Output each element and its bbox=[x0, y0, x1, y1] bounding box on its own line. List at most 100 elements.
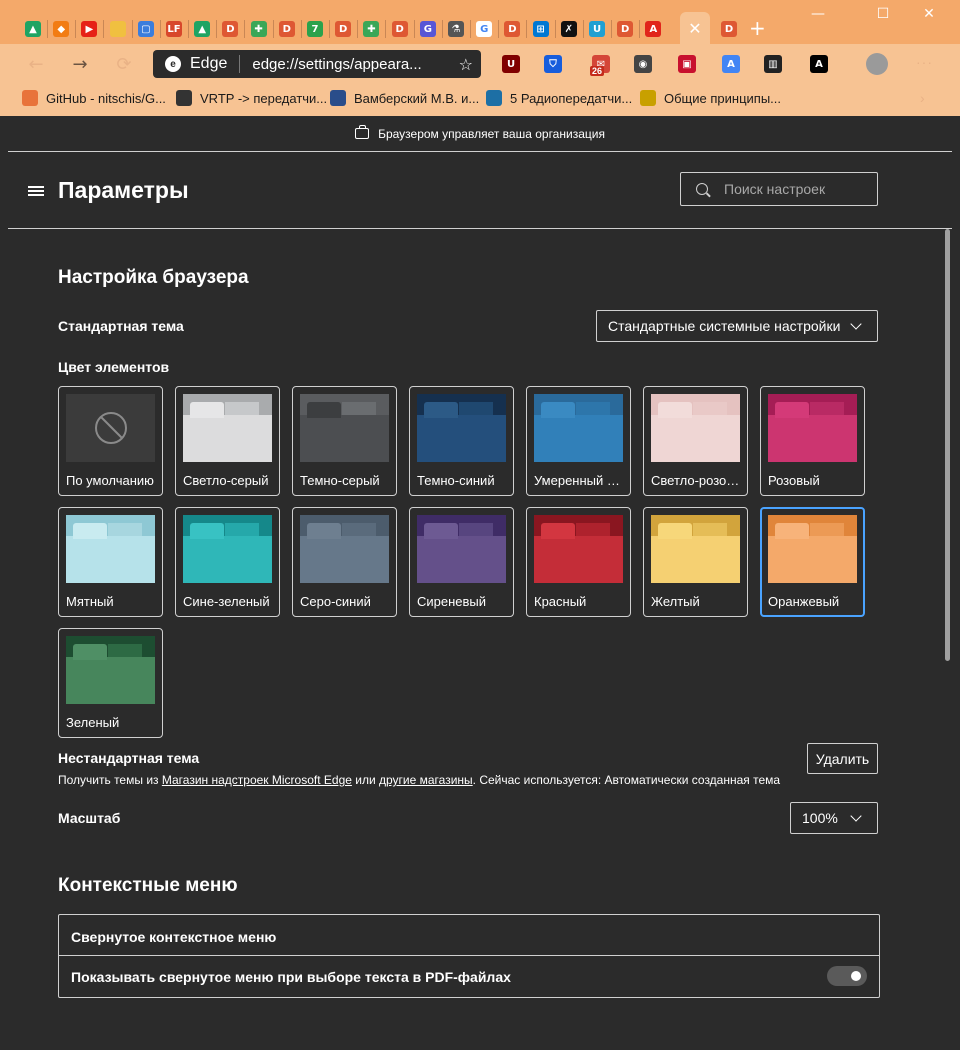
browser-tab[interactable]: D bbox=[385, 14, 415, 44]
theme-swatch[interactable]: Розовый bbox=[760, 386, 865, 496]
forward-button[interactable]: → bbox=[66, 52, 94, 76]
theme-swatch[interactable]: Сине-зеленый bbox=[175, 507, 280, 617]
folder-icon bbox=[424, 402, 458, 418]
pdf-collapsed-menu-toggle[interactable] bbox=[827, 966, 867, 986]
theme-swatch[interactable]: Сиреневый bbox=[409, 507, 514, 617]
google-drive-icon: ▲ bbox=[194, 21, 211, 37]
folder-icon bbox=[66, 657, 155, 704]
duckduckgo-icon: D bbox=[504, 21, 521, 37]
add-favorite-icon[interactable]: ☆ bbox=[459, 55, 473, 74]
browser-tab[interactable]: A bbox=[638, 14, 668, 44]
folder-icon bbox=[225, 523, 259, 536]
folder-icon bbox=[768, 415, 857, 462]
browser-tab[interactable]: D bbox=[610, 14, 640, 44]
default-theme-dropdown[interactable]: Стандартные системные настройки bbox=[596, 310, 878, 342]
close-window-button[interactable]: ✕ bbox=[906, 6, 952, 22]
browser-tab[interactable]: D bbox=[215, 14, 245, 44]
bookmark-label: GitHub - nitschis/G... bbox=[46, 90, 166, 106]
profile-avatar[interactable] bbox=[866, 53, 888, 75]
browser-tab[interactable]: D bbox=[714, 14, 744, 44]
theme-swatch-label: Оранжевый bbox=[768, 594, 840, 609]
settings-search[interactable] bbox=[680, 172, 878, 206]
remove-theme-button[interactable]: Удалить bbox=[807, 743, 878, 774]
adobe-icon: A bbox=[645, 21, 662, 37]
browser-tab[interactable]: ✚ bbox=[244, 14, 274, 44]
browser-tab[interactable]: ◆ bbox=[46, 14, 76, 44]
browser-tab[interactable]: ▢ bbox=[131, 14, 161, 44]
maximize-button[interactable]: ☐ bbox=[860, 6, 906, 22]
browser-tab[interactable]: D bbox=[272, 14, 302, 44]
browser-tab[interactable]: U bbox=[582, 14, 612, 44]
back-button[interactable]: ← bbox=[22, 52, 50, 76]
theme-swatch[interactable]: Мятный bbox=[58, 507, 163, 617]
browser-tab[interactable]: ▲ bbox=[18, 14, 48, 44]
browser-tab[interactable]: ✗ bbox=[554, 14, 584, 44]
theme-swatch[interactable]: Светло-розов... bbox=[643, 386, 748, 496]
browser-tab[interactable]: ▲ bbox=[187, 14, 217, 44]
eyes-icon[interactable]: ◉ bbox=[634, 55, 652, 73]
folder-icon bbox=[300, 536, 389, 583]
edge-addons-link[interactable]: Магазин надстроек Microsoft Edge bbox=[162, 773, 352, 787]
refresh-button[interactable]: ⟳ bbox=[110, 52, 138, 76]
browser-tab[interactable]: 7 bbox=[300, 14, 330, 44]
active-tab[interactable]: ✕ bbox=[680, 12, 710, 44]
browser-tab[interactable]: LF bbox=[159, 14, 189, 44]
book-icon[interactable]: ▣ bbox=[678, 55, 696, 73]
edge-icon: e bbox=[165, 56, 181, 72]
s-icon bbox=[486, 90, 502, 106]
browser-tab[interactable]: ▶ bbox=[74, 14, 104, 44]
new-tab-button[interactable]: + bbox=[749, 16, 766, 40]
browser-tab[interactable]: D bbox=[328, 14, 358, 44]
folder-icon bbox=[693, 402, 727, 415]
bookmark-item[interactable]: VRTP -> передатчи... bbox=[176, 90, 327, 106]
theme-swatch[interactable]: Красный bbox=[526, 507, 631, 617]
ublock-icon[interactable]: U bbox=[502, 55, 520, 73]
font-icon[interactable]: A bbox=[810, 55, 828, 73]
bitwarden-icon[interactable]: ⛉ bbox=[544, 55, 562, 73]
browser-tab[interactable]: ⚗ bbox=[441, 14, 471, 44]
bookmark-label: VRTP -> передатчи... bbox=[200, 90, 328, 106]
theme-swatch[interactable]: Светло-серый bbox=[175, 386, 280, 496]
address-bar[interactable]: e Edge edge://settings/appeara... ☆ bbox=[153, 50, 481, 78]
page-scrollbar[interactable] bbox=[944, 229, 952, 1050]
chevron-down-icon bbox=[850, 810, 862, 822]
theme-swatch[interactable]: Темно-серый bbox=[292, 386, 397, 496]
theme-swatch[interactable]: Темно-синий bbox=[409, 386, 514, 496]
browser-tab[interactable]: ⊞ bbox=[526, 14, 556, 44]
bookmarks-more-button[interactable]: › bbox=[920, 90, 925, 106]
browser-tab[interactable]: G bbox=[469, 14, 499, 44]
hamburger-menu-icon[interactable] bbox=[28, 186, 44, 196]
bookmark-item[interactable]: Общие принципы... bbox=[640, 90, 781, 106]
close-tab-icon[interactable]: ✕ bbox=[688, 19, 701, 38]
theme-swatch[interactable]: Серо-синий bbox=[292, 507, 397, 617]
minimize-button[interactable]: — bbox=[795, 6, 841, 22]
bookmark-item[interactable]: Вамберский М.В. и... bbox=[330, 90, 479, 106]
bookmark-label: Общие принципы... bbox=[664, 90, 781, 106]
theme-swatch[interactable]: Зеленый bbox=[58, 628, 163, 738]
browser-tab[interactable] bbox=[103, 14, 133, 44]
folder-icon bbox=[576, 402, 610, 415]
archive-icon[interactable]: ▥ bbox=[764, 55, 782, 73]
search-input[interactable] bbox=[724, 181, 874, 197]
browser-tab[interactable]: ✚ bbox=[356, 14, 386, 44]
url-text[interactable]: edge://settings/appeara... bbox=[252, 56, 442, 73]
translate-icon[interactable]: A bbox=[722, 55, 740, 73]
folder-icon bbox=[541, 523, 575, 539]
browser-tab[interactable]: D bbox=[497, 14, 527, 44]
browser-tab[interactable]: G bbox=[413, 14, 443, 44]
theme-preview bbox=[183, 394, 272, 462]
more-menu-button[interactable]: ··· bbox=[916, 54, 933, 70]
scrollbar-thumb[interactable] bbox=[945, 229, 950, 661]
theme-swatch[interactable]: Оранжевый bbox=[760, 507, 865, 617]
theme-swatch[interactable]: Умеренный си... bbox=[526, 386, 631, 496]
zoom-dropdown[interactable]: 100% bbox=[790, 802, 878, 834]
bookmark-item[interactable]: 5 Радиопередатчи... bbox=[486, 90, 632, 106]
bookmark-item[interactable]: GitHub - nitschis/G... bbox=[22, 90, 166, 106]
custom-theme-label: Нестандартная тема bbox=[58, 750, 200, 766]
other-stores-link[interactable]: другие магазины bbox=[379, 773, 473, 787]
sketch-icon: ✗ bbox=[560, 21, 577, 37]
theme-swatch[interactable]: По умолчанию bbox=[58, 386, 163, 496]
folder-icon bbox=[775, 523, 809, 539]
windows-icon: ⊞ bbox=[532, 21, 549, 37]
theme-swatch[interactable]: Желтый bbox=[643, 507, 748, 617]
